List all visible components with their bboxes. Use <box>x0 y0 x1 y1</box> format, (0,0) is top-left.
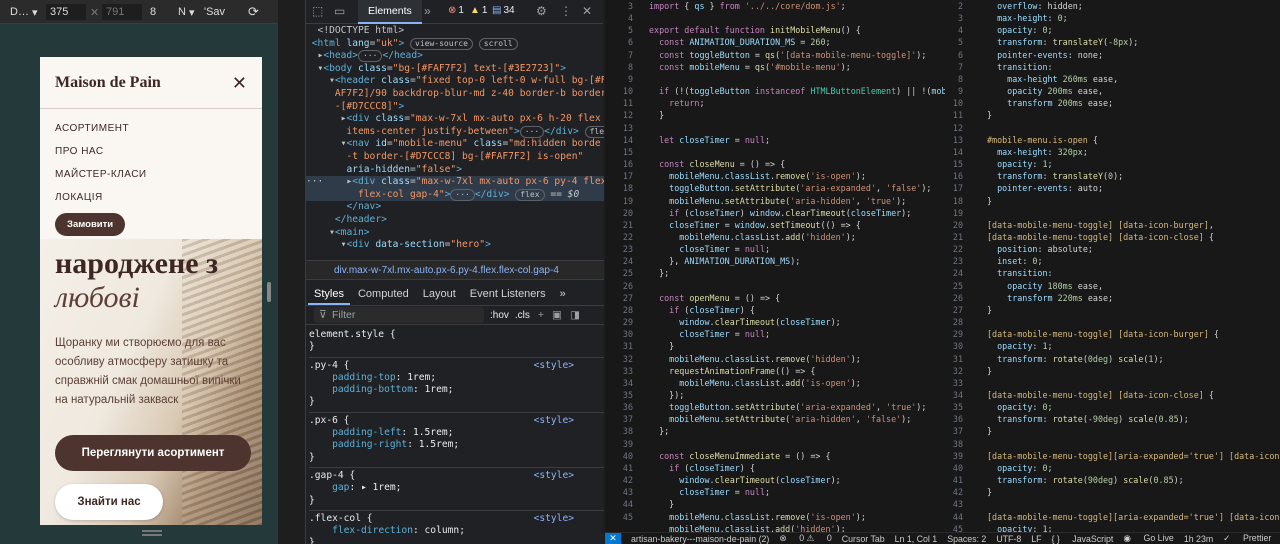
menu-item-about[interactable]: ПРО НАС <box>55 140 247 163</box>
tab-computed[interactable]: Computed <box>352 288 415 300</box>
screen: D… ▾ 375 ✕ 791 8 N ▾ 'Sav ⟳ Maison de Pa… <box>0 0 1280 544</box>
hero-title: народжене з любові <box>55 247 219 314</box>
filter-input[interactable]: ⊽ Filter <box>314 307 484 323</box>
sidebar-toggle-icon[interactable]: ◨ <box>570 309 580 321</box>
status-file[interactable]: artisan-bakery---maison-de-pain (2) <box>631 534 769 544</box>
tab-elements[interactable]: Elements <box>358 0 422 24</box>
dom-tree[interactable]: <!DOCTYPE html> <html lang="uk"> view-so… <box>306 25 604 259</box>
add-rule-icon[interactable]: + <box>538 309 544 321</box>
cls-button[interactable]: .cls <box>515 310 530 321</box>
mobile-page: Maison de Pain ✕ АСОРТИМЕНТ ПРО НАС МАЙС… <box>40 57 262 525</box>
line-numbers-js: 3 4 5 6 7 8 9 10 11 12 13 14 15 16 17 18 19 20 21 22 23 24 25 2… <box>622 1 633 522</box>
editor-status-bar: ✕ artisan-bakery---maison-de-pain (2) ⊗ … <box>605 532 1280 544</box>
throttle-select[interactable]: N ▾ <box>178 4 195 20</box>
device-select[interactable]: D… ▾ <box>10 4 38 20</box>
styles-filter-bar: ⊽ Filter :hov .cls + ▣ ◨ <box>306 305 604 325</box>
bottom-resize-handle[interactable] <box>142 530 162 536</box>
more-tabs-icon[interactable]: » <box>424 4 431 18</box>
height-input[interactable]: 791 <box>102 4 142 20</box>
close-icon[interactable]: ✕ <box>232 74 247 92</box>
js-code[interactable]: import { qs } from '../../core/dom.js'; … <box>649 0 945 535</box>
code-editor: 3 4 5 6 7 8 9 10 11 12 13 14 15 16 17 18 19 20 21 22 23 24 25 2… <box>605 0 1280 544</box>
status-cursor-tab[interactable]: Cursor Tab <box>842 534 885 544</box>
rotate-icon[interactable]: ⟳ <box>248 4 259 20</box>
status-encoding[interactable]: UTF-8 <box>996 534 1021 544</box>
devtools-panel: ⬚ ▭ Elements » ⊗ 1 ▲ 1 ▤ 34 ⚙ ⋮ ✕ <!DOCTYPE… <box>305 0 604 544</box>
status-position[interactable]: Ln 1, Col 1 <box>895 534 938 544</box>
error-badge[interactable]: ⊗ 1 <box>448 5 464 16</box>
gear-icon[interactable]: ⚙ <box>536 4 547 18</box>
paint-icon[interactable]: ▣ <box>552 309 562 321</box>
status-golive[interactable]: ◉ Go Live <box>1123 533 1173 544</box>
styles-pane[interactable]: element.style {} .py-4 { <style> padding… <box>306 327 604 544</box>
status-problems[interactable]: ⊗ 0 ⚠ 0 <box>779 533 831 544</box>
width-input[interactable]: 375 <box>46 4 86 20</box>
order-button[interactable]: Замовити <box>55 213 126 236</box>
css-code[interactable]: overflow: hidden; max-height: 0; opacity… <box>987 0 1280 535</box>
hov-button[interactable]: :hov <box>490 310 509 321</box>
brand-logo[interactable]: Maison de Pain <box>55 74 161 92</box>
tab-styles[interactable]: Styles <box>308 288 350 305</box>
hero-description: Щоранку ми створюємо для вас особливу ат… <box>55 337 241 406</box>
hero-section: народжене з любові Щоранку ми створюємо … <box>40 239 262 525</box>
filter-icon: ⊽ <box>319 309 327 321</box>
times-icon: ✕ <box>90 6 100 19</box>
info-badge[interactable]: ▤ 34 <box>492 5 515 16</box>
zoom-select[interactable]: 8 <box>150 4 156 20</box>
devtools-toolbar: ⬚ ▭ Elements » ⊗ 1 ▲ 1 ▤ 34 ⚙ ⋮ ✕ <box>306 0 603 24</box>
menu-item-assortment[interactable]: АСОРТИМЕНТ <box>55 117 247 140</box>
status-eol[interactable]: LF <box>1031 534 1041 544</box>
status-language[interactable]: { } JavaScript <box>1052 534 1114 544</box>
status-prettier[interactable]: ✓ Prettier <box>1223 533 1271 544</box>
menu-item-masterclasses[interactable]: МАЙСТЕР-КЛАСИ <box>55 163 247 186</box>
find-us-button[interactable]: Знайти нас <box>55 484 163 520</box>
tab-layout[interactable]: Layout <box>417 288 462 300</box>
device-preview: D… ▾ 375 ✕ 791 8 N ▾ 'Sav ⟳ Maison de Pa… <box>0 0 278 544</box>
more-tabs-icon[interactable]: » <box>554 288 572 300</box>
remote-icon[interactable]: ✕ <box>605 532 621 544</box>
warning-badge[interactable]: ▲ 1 <box>470 5 487 16</box>
close-devtools-icon[interactable]: ✕ <box>582 4 592 18</box>
kebab-menu-icon[interactable]: ⋮ <box>560 4 572 18</box>
device-toolbar: D… ▾ 375 ✕ 791 8 N ▾ 'Sav ⟳ <box>0 0 278 24</box>
device-toggle-icon[interactable]: ▭ <box>334 4 345 18</box>
resize-handle[interactable] <box>267 282 271 302</box>
line-numbers-css: 2 3 4 5 6 7 8 9 10 11 12 13 14 15 16 17 18 19 20 21 22 23 24 25… <box>952 1 963 534</box>
inspect-icon[interactable]: ⬚ <box>312 4 323 18</box>
mobile-header: Maison de Pain ✕ <box>40 57 262 109</box>
save-select[interactable]: 'Sav <box>204 4 225 20</box>
status-time: 1h 23m <box>1183 533 1214 544</box>
mobile-menu: АСОРТИМЕНТ ПРО НАС МАЙСТЕР-КЛАСИ ЛОКАЦІЯ… <box>40 109 262 243</box>
status-spaces[interactable]: Spaces: 2 <box>947 534 986 544</box>
view-assortment-button[interactable]: Переглянути асортимент <box>55 435 251 471</box>
menu-item-location[interactable]: ЛОКАЦІЯ <box>55 186 247 209</box>
breadcrumb[interactable]: div.max-w-7xl.mx-auto.px-6.py-4.flex.fle… <box>306 260 604 280</box>
styles-tabs: Styles Computed Layout Event Listeners » <box>306 283 604 305</box>
tab-event-listeners[interactable]: Event Listeners <box>464 288 552 300</box>
